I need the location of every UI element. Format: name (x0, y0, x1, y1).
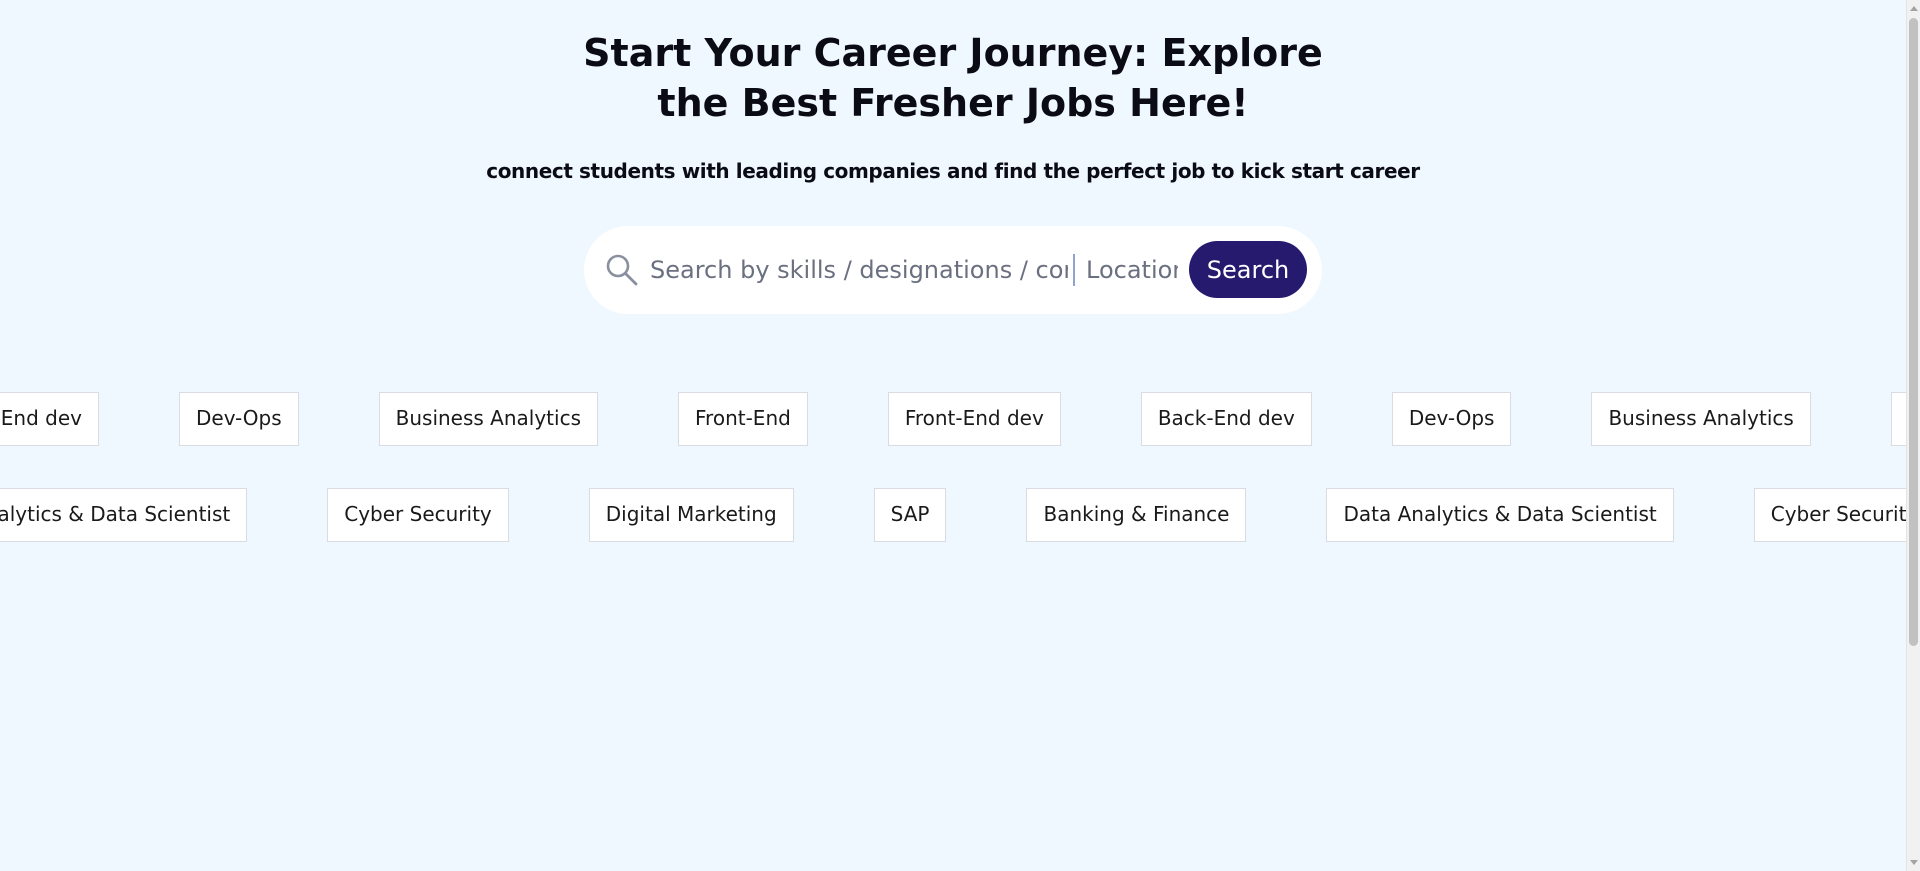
category-chip[interactable]: Back-End dev (1140, 392, 1312, 446)
vertical-scrollbar[interactable] (1906, 0, 1920, 871)
scroll-down-arrow-icon[interactable] (1910, 860, 1918, 865)
hero-title-line-1: Start Your Career Journey: Explore (583, 31, 1323, 75)
category-chip[interactable]: Front-End (678, 392, 808, 446)
category-chip[interactable]: Business Analytics (1591, 392, 1811, 446)
category-chip[interactable]: Banking & Finance (1026, 488, 1247, 542)
category-track-1: Back-End dev Dev-Ops Business Analytics Fro… (0, 392, 1906, 446)
search-divider (1073, 254, 1075, 286)
scroll-up-arrow-icon[interactable] (1910, 6, 1918, 11)
category-chip[interactable]: SAP (873, 488, 947, 542)
skills-search-input[interactable] (650, 250, 1068, 290)
category-chip[interactable]: Cyber Security (1753, 488, 1906, 542)
hero-title-line-2: the Best Fresher Jobs Here! (657, 81, 1249, 125)
hero-title: Start Your Career Journey: Explore the B… (0, 28, 1906, 128)
hero-subtitle: connect students with leading companies … (486, 159, 1420, 183)
category-chip[interactable]: Data Analytics & Data Scientist (0, 488, 248, 542)
search-bar: Search (584, 226, 1322, 314)
page: Start Your Career Journey: Explore the B… (0, 0, 1920, 871)
category-chip[interactable]: Cyber Security (327, 488, 509, 542)
location-input[interactable] (1086, 250, 1178, 290)
category-chip[interactable]: Business Analytics (378, 392, 598, 446)
search-icon (606, 254, 638, 286)
category-chip[interactable]: Front-End dev (887, 392, 1061, 446)
category-chip[interactable]: Data Analytics & Data Scientist (1326, 488, 1674, 542)
category-chip[interactable]: Digital Marketing (588, 488, 794, 542)
scrollbar-thumb[interactable] (1909, 18, 1918, 646)
category-chip[interactable]: Back-End dev (0, 392, 99, 446)
category-row-1: Back-End dev Dev-Ops Business Analytics Fro… (0, 392, 1906, 450)
category-chip[interactable]: Front-End (1890, 392, 1906, 446)
category-chip[interactable]: Dev-Ops (178, 392, 299, 446)
category-chip[interactable]: Dev-Ops (1391, 392, 1512, 446)
category-track-2: Data Analytics & Data Scientist Cyber Sec… (0, 488, 1906, 542)
category-row-2: Data Analytics & Data Scientist Cyber Sec… (0, 488, 1906, 546)
search-button[interactable]: Search (1189, 241, 1307, 298)
